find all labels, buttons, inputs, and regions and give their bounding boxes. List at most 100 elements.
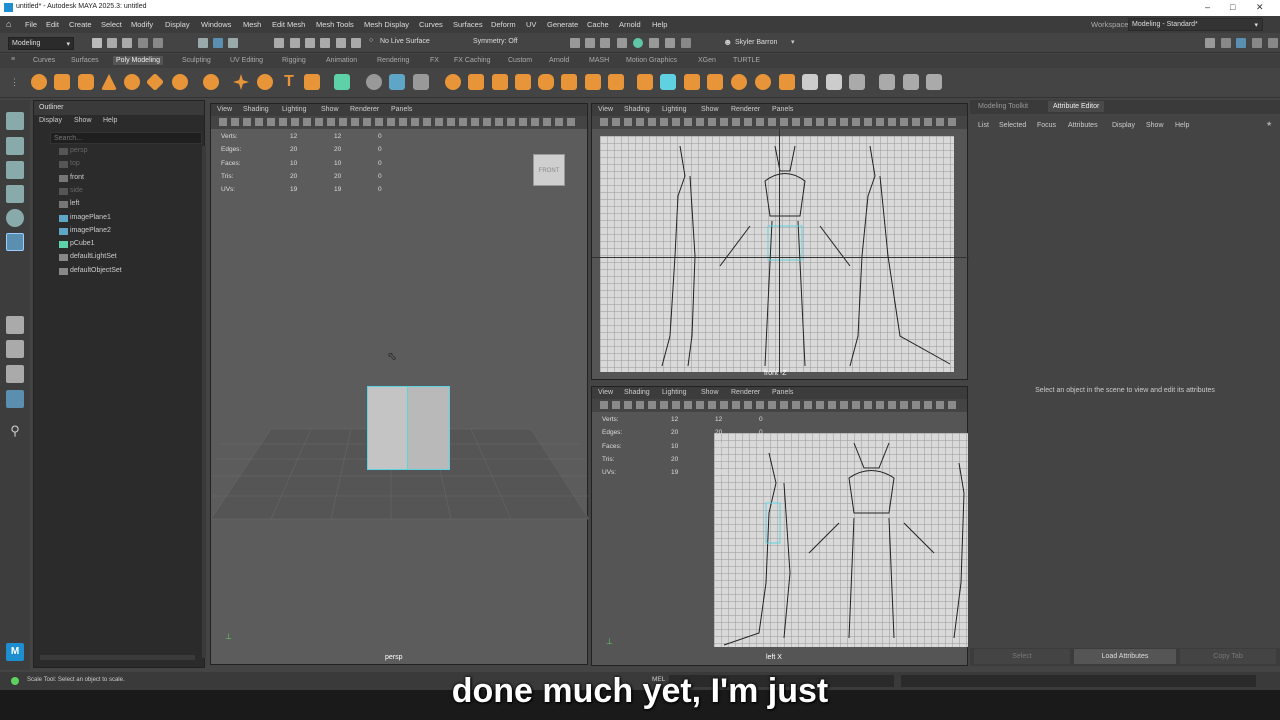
shelf-tab-xgen[interactable]: XGen — [698, 57, 716, 64]
minimize-icon[interactable]: – — [1205, 2, 1210, 12]
attr-menu-attributes[interactable]: Attributes — [1068, 122, 1098, 129]
persp-menu-view[interactable]: View — [217, 106, 232, 113]
quad-draw-icon[interactable] — [731, 74, 747, 90]
outliner-item[interactable]: imagePlane2 — [70, 227, 111, 234]
toggle-sidebar-icon[interactable] — [1205, 38, 1215, 48]
persp-menu-lighting[interactable]: Lighting — [282, 106, 307, 113]
tab-modeling-toolkit[interactable]: Modeling Toolkit — [978, 103, 1028, 110]
outliner-item[interactable]: imagePlane1 — [70, 214, 111, 221]
shelf-tab-motion-graphics[interactable]: Motion Graphics — [626, 57, 677, 64]
persp-outliner-layout-icon[interactable] — [6, 365, 24, 383]
pin-icon[interactable]: ★ — [1266, 120, 1272, 128]
target-weld-icon[interactable] — [707, 74, 723, 90]
select-by-object-icon[interactable] — [213, 38, 223, 48]
side-menu-show[interactable]: Show — [701, 389, 719, 396]
search-icon[interactable]: ⚲ — [6, 422, 24, 440]
menu-generate[interactable]: Generate — [547, 20, 578, 29]
front-image-plane[interactable] — [600, 136, 954, 372]
render-view-icon[interactable] — [665, 38, 675, 48]
front-viewport[interactable]: View Shading Lighting Show Renderer Pane… — [591, 103, 969, 380]
select-tool-icon[interactable] — [6, 112, 24, 130]
shelf-tab-mash[interactable]: MASH — [589, 57, 609, 64]
side-menu-lighting[interactable]: Lighting — [662, 389, 687, 396]
menu-mesh-tools[interactable]: Mesh Tools — [316, 20, 354, 29]
close-icon[interactable]: ✕ — [1256, 2, 1264, 13]
persp-menu-renderer[interactable]: Renderer — [350, 106, 379, 113]
front-menu-shading[interactable]: Shading — [624, 106, 650, 113]
attr-menu-show[interactable]: Show — [1146, 122, 1164, 129]
menu-curves[interactable]: Curves — [419, 20, 443, 29]
persp-menu-show[interactable]: Show — [321, 106, 339, 113]
tool-settings-icon[interactable] — [1252, 38, 1262, 48]
arnold-render-icon[interactable] — [633, 38, 643, 48]
shelf-options-icon[interactable]: ⋮ — [10, 77, 19, 88]
attr-menu-focus[interactable]: Focus — [1037, 122, 1056, 129]
collapse-icon[interactable] — [779, 74, 795, 90]
single-perspective-layout-icon[interactable] — [6, 316, 24, 334]
live-surface-label[interactable]: No Live Surface — [380, 38, 430, 45]
snap-point-icon[interactable] — [305, 38, 315, 48]
arnold-ipr-icon[interactable] — [649, 38, 659, 48]
shelf-tab-arnold[interactable]: Arnold — [549, 57, 569, 64]
outliner-menu-display[interactable]: Display — [39, 117, 62, 124]
shelf-tab-fx[interactable]: FX — [430, 57, 439, 64]
panel-toolbar-icons[interactable] — [219, 118, 579, 126]
menu-help[interactable]: Help — [652, 20, 667, 29]
menuset-dropdown[interactable]: Modeling ▾ — [8, 37, 74, 50]
uv-unfold-icon[interactable] — [903, 74, 919, 90]
create-polygon-icon[interactable] — [334, 74, 350, 90]
lasso-tool-icon[interactable] — [6, 137, 24, 155]
menu-uv[interactable]: UV — [526, 20, 536, 29]
persp-menu-panels[interactable]: Panels — [391, 106, 412, 113]
shelf-tab-turtle[interactable]: TURTLE — [733, 57, 760, 64]
append-polygon-icon[interactable] — [561, 74, 577, 90]
menu-deform[interactable]: Deform — [491, 20, 516, 29]
new-scene-icon[interactable] — [92, 38, 102, 48]
rotate-tool-icon[interactable] — [6, 209, 24, 227]
shelf-tab-rigging[interactable]: Rigging — [282, 57, 306, 64]
merge-icon[interactable] — [608, 74, 624, 90]
workspace-dropdown[interactable]: Modeling - Standard* ▾ — [1128, 18, 1263, 31]
menu-windows[interactable]: Windows — [201, 20, 231, 29]
move-tool-icon[interactable] — [6, 185, 24, 203]
extrude-icon[interactable] — [492, 74, 508, 90]
attr-select-button[interactable]: Select — [974, 649, 1070, 664]
menu-edit-mesh[interactable]: Edit Mesh — [272, 20, 305, 29]
snap-surface-icon[interactable] — [336, 38, 346, 48]
type-tool-icon[interactable]: T — [281, 74, 297, 90]
select-by-hierarchy-icon[interactable] — [198, 38, 208, 48]
open-scene-icon[interactable] — [107, 38, 117, 48]
outliner-menu-show[interactable]: Show — [74, 117, 92, 124]
platonic-solid-icon[interactable] — [203, 74, 219, 90]
snap-curve-icon[interactable] — [290, 38, 300, 48]
shelf-tab-uv-editing[interactable]: UV Editing — [230, 57, 263, 64]
select-by-component-icon[interactable] — [228, 38, 238, 48]
poly-cone-icon[interactable] — [101, 74, 117, 90]
side-menu-view[interactable]: View — [598, 389, 613, 396]
poly-sphere-icon[interactable] — [31, 74, 47, 90]
offset-edge-loop-icon[interactable] — [684, 74, 700, 90]
sweep-mesh-icon[interactable] — [257, 74, 273, 90]
menu-edit[interactable]: Edit — [46, 20, 59, 29]
shelf-tab-animation[interactable]: Animation — [326, 57, 357, 64]
front-menu-show[interactable]: Show — [701, 106, 719, 113]
menu-file[interactable]: File — [25, 20, 37, 29]
chevron-down-icon[interactable]: ▾ — [791, 38, 795, 46]
outliner-item[interactable]: top — [70, 160, 80, 167]
soft-select-icon[interactable] — [849, 74, 865, 90]
outliner-item[interactable]: defaultLightSet — [70, 253, 117, 260]
attr-menu-help[interactable]: Help — [1175, 122, 1189, 129]
poly-cube-icon[interactable] — [54, 74, 70, 90]
outliner-search-input[interactable] — [50, 132, 202, 144]
hypershade-icon[interactable] — [617, 38, 627, 48]
shelf-tab-sculpting[interactable]: Sculpting — [182, 57, 211, 64]
poly-plane-icon[interactable] — [145, 72, 165, 92]
menu-display[interactable]: Display — [165, 20, 190, 29]
panel-toolbar-icons[interactable] — [600, 118, 960, 126]
shelf-menu-icon[interactable]: ≡ — [11, 56, 15, 63]
outliner-item[interactable]: pCube1 — [70, 240, 95, 247]
front-menu-panels[interactable]: Panels — [772, 106, 793, 113]
redo-icon[interactable] — [153, 38, 163, 48]
shelf-tab-fx-caching[interactable]: FX Caching — [454, 57, 491, 64]
menu-arnold[interactable]: Arnold — [619, 20, 641, 29]
